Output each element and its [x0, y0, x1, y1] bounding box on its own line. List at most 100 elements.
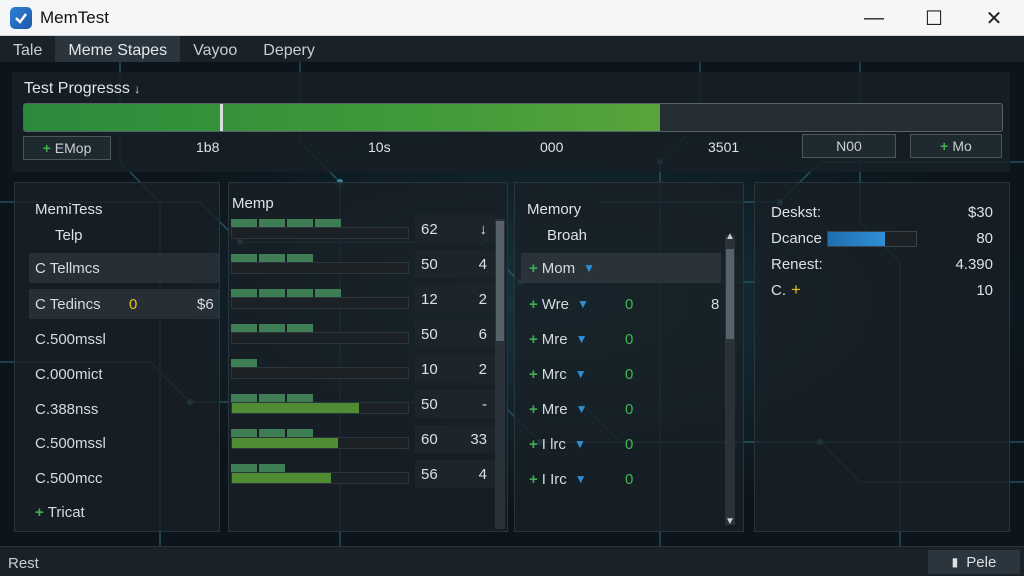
- tick-label-1: 10s: [368, 139, 391, 155]
- test-row[interactable]: C.388nss: [29, 394, 219, 424]
- test-row-count: 0: [129, 295, 138, 313]
- scroll-up-icon[interactable]: ▲: [725, 231, 735, 242]
- start-test-button[interactable]: + EMop: [23, 136, 111, 160]
- memory-bars-header: Memp: [232, 195, 274, 212]
- memory-value: 10: [421, 360, 438, 378]
- memory-bar-track: [231, 402, 409, 414]
- chevron-down-icon[interactable]: ▼: [576, 332, 588, 346]
- memory-bar-row: 50 -: [231, 390, 501, 418]
- memory-value-box: 60 33: [415, 425, 495, 453]
- status-button[interactable]: ▮ Pele: [928, 550, 1020, 574]
- tick-label-2: 000: [540, 139, 564, 155]
- maximize-button[interactable]: ☐: [904, 0, 964, 36]
- test-row[interactable]: C Tedincs 0 $6: [29, 289, 219, 319]
- memory-list-scrollbar[interactable]: ▲ ▼: [725, 231, 735, 527]
- memory-value-secondary: 6: [478, 325, 487, 343]
- add-test-label: Tricat: [47, 503, 85, 521]
- stat-row: Dcance 80: [771, 227, 993, 251]
- stat-meter-fill: [828, 232, 886, 246]
- memory-list-label: I lrc: [541, 435, 566, 453]
- memory-bars-scrollbar[interactable]: [495, 219, 505, 529]
- stat-row: C. + 10: [771, 279, 993, 303]
- memory-list-panel: Memory Broah + Mom ▼ + Wre ▼ 0 8 + Mre ▼ 0 + Mrc ▼ 0 + Mr…: [514, 182, 744, 532]
- chevron-down-icon[interactable]: ▼: [583, 261, 595, 275]
- test-row-label: C.000mict: [35, 365, 103, 383]
- memory-bar-row: 62 ↓: [231, 215, 501, 243]
- plus-icon: +: [529, 470, 538, 488]
- memory-list-item[interactable]: + Mom ▼: [521, 253, 721, 283]
- stat-label: Deskst:: [771, 204, 822, 221]
- memory-value-box: 50 6: [415, 320, 495, 348]
- memory-list-value: 8: [711, 295, 720, 313]
- stat-label: C.: [771, 282, 786, 299]
- memory-list-item[interactable]: + I lrc ▼ 0: [521, 429, 721, 459]
- test-row[interactable]: C.500mssl: [29, 428, 219, 458]
- memory-list-item[interactable]: + Mre ▼ 0: [521, 324, 721, 354]
- memory-bar-row: 50 4: [231, 250, 501, 278]
- memory-list-count: 0: [625, 470, 634, 488]
- progress-marker-handle[interactable]: [219, 104, 223, 131]
- memory-value-secondary: 2: [478, 290, 487, 308]
- memory-value: 60: [421, 430, 438, 448]
- memory-list-count: 0: [625, 400, 634, 418]
- page-icon: ▮: [951, 555, 959, 569]
- menu-item-2[interactable]: Vayoo: [180, 36, 250, 65]
- memory-bar-fill: [232, 438, 338, 448]
- status-button-label: Pele: [966, 553, 997, 571]
- test-row-value: $6: [197, 295, 214, 313]
- chevron-down-icon[interactable]: ▼: [575, 367, 587, 381]
- test-row[interactable]: C.500mcc: [29, 463, 219, 493]
- menu-item-0[interactable]: Tale: [0, 36, 55, 65]
- menu-item-3[interactable]: Depery: [250, 36, 328, 65]
- stat-meter: [827, 231, 917, 247]
- memory-value-secondary: ↓: [479, 220, 488, 238]
- memory-list-label: Wre: [541, 295, 569, 313]
- memory-list-item[interactable]: + Mre ▼ 0: [521, 394, 721, 424]
- test-row[interactable]: C.000mict: [29, 359, 219, 389]
- memory-value: 50: [421, 325, 438, 343]
- scroll-thumb[interactable]: [726, 249, 734, 339]
- memory-list-item[interactable]: + Mrc ▼ 0: [521, 359, 721, 389]
- stat-value: 4.390: [955, 256, 993, 273]
- test-row[interactable]: C Tellmcs: [29, 253, 219, 283]
- memory-bar-track: [231, 262, 409, 274]
- mo-button[interactable]: + Mo: [910, 134, 1002, 158]
- stat-label: Dcance: [771, 230, 822, 247]
- test-row-label: C.500mssl: [35, 330, 106, 348]
- memory-value: 50: [421, 255, 438, 273]
- memory-bar-row: 50 6: [231, 320, 501, 348]
- memory-list-item[interactable]: + I Irc ▼ 0: [521, 464, 721, 494]
- mo-button-label: Mo: [952, 138, 972, 154]
- status-text: Rest: [8, 555, 39, 572]
- chevron-down-icon[interactable]: ▼: [576, 402, 588, 416]
- stat-label: Renest:: [771, 256, 823, 273]
- chevron-down-icon[interactable]: ▼: [574, 437, 586, 451]
- memory-value-secondary: 4: [478, 255, 487, 273]
- memory-list-header: Memory: [527, 201, 582, 218]
- memory-bar-fill: [232, 473, 331, 483]
- menu-item-1[interactable]: Meme Stapes: [55, 36, 181, 65]
- memory-list-count: 0: [625, 330, 634, 348]
- test-row[interactable]: C.500mssl: [29, 324, 219, 354]
- stats-panel: Deskst: $30 Dcance 80 Renest: 4.390 C. +…: [754, 182, 1010, 532]
- add-test-button[interactable]: + Tricat: [29, 497, 219, 527]
- scroll-down-icon[interactable]: ▼: [725, 516, 735, 527]
- minimize-button[interactable]: —: [844, 0, 904, 36]
- memory-value-box: 56 4: [415, 460, 495, 488]
- start-test-label: EMop: [54, 140, 92, 156]
- memory-value: 62: [421, 220, 438, 238]
- memory-value-secondary: 33: [470, 430, 487, 448]
- memory-list-item[interactable]: + Wre ▼ 0 8: [521, 289, 721, 319]
- scroll-thumb[interactable]: [496, 221, 504, 341]
- plus-icon: +: [529, 259, 538, 277]
- window-title: MemTest: [40, 7, 109, 27]
- close-button[interactable]: ✕: [964, 0, 1024, 36]
- chevron-down-icon[interactable]: ▼: [575, 472, 587, 486]
- plus-icon[interactable]: +: [791, 280, 801, 300]
- progress-bar: [23, 103, 1003, 132]
- n00-button[interactable]: N00: [802, 134, 896, 158]
- chevron-down-icon[interactable]: ▼: [577, 297, 589, 311]
- test-row-label: C.500mssl: [35, 434, 106, 452]
- memory-bar-track: [231, 227, 409, 239]
- stat-value: $30: [967, 204, 993, 221]
